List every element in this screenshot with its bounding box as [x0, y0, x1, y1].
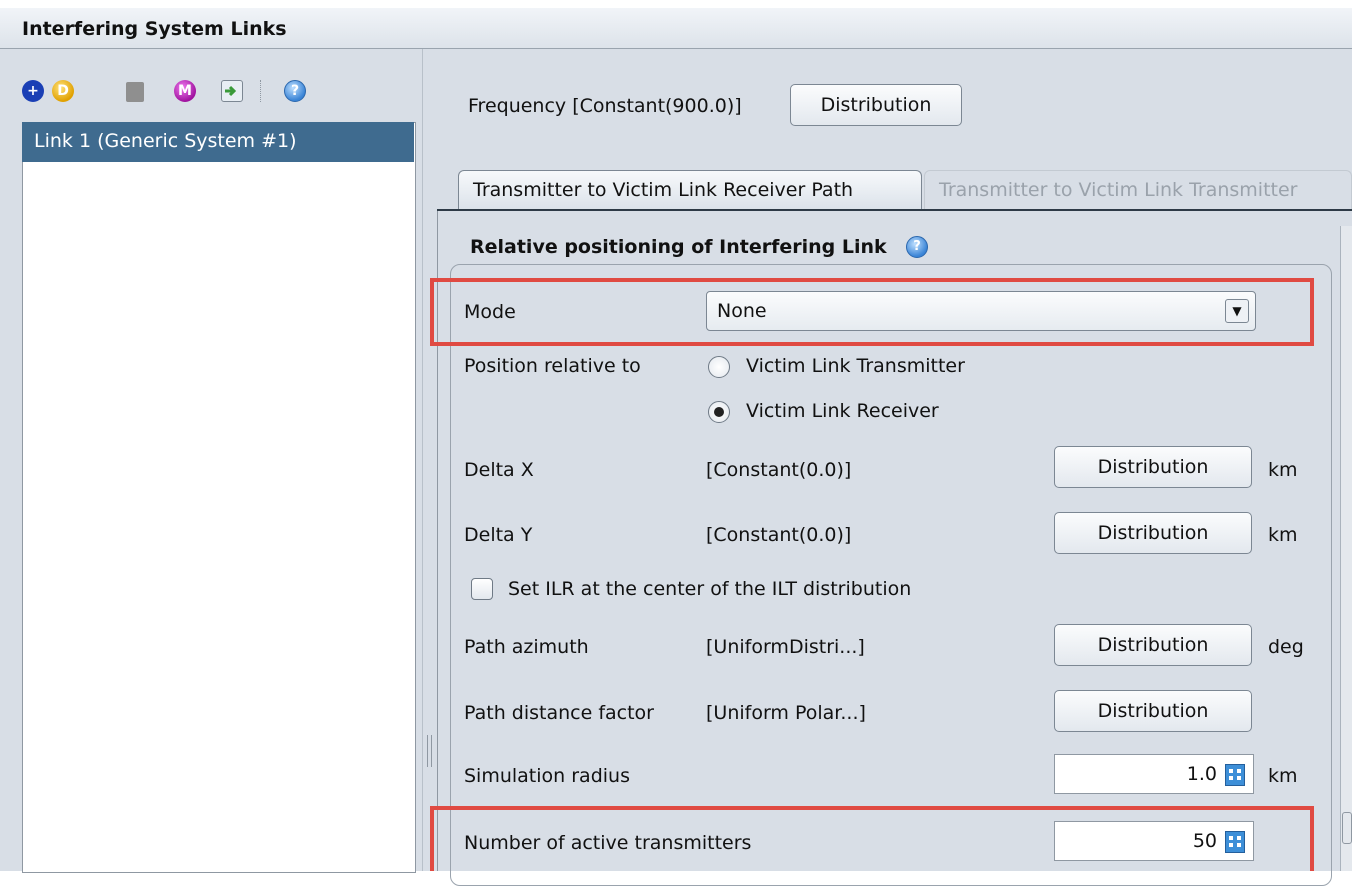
ilr-center-checkbox[interactable] [471, 578, 493, 600]
list-item[interactable]: Link 1 (Generic System #1) [22, 122, 414, 162]
path-azimuth-distribution-button[interactable]: Distribution [1054, 624, 1252, 666]
frequency-label: Frequency [Constant(900.0)] [468, 95, 742, 117]
window-title: Interfering System Links [22, 18, 287, 40]
help-icon[interactable]: ? [284, 80, 306, 102]
radio-victim-receiver[interactable] [708, 401, 730, 423]
radio-selected-dot [714, 407, 724, 417]
tab-transmitter-to-victim-receiver[interactable]: Transmitter to Victim Link Receiver Path [458, 170, 922, 210]
calculator-icon[interactable] [1225, 831, 1245, 853]
tab-transmitter-to-victim-transmitter[interactable]: Transmitter to Victim Link Transmitter [924, 170, 1352, 210]
radio-victim-transmitter-label[interactable]: Victim Link Transmitter [746, 355, 965, 377]
path-azimuth-unit: deg [1268, 636, 1304, 658]
add-icon[interactable]: + [22, 80, 44, 102]
radio-victim-receiver-label[interactable]: Victim Link Receiver [746, 400, 939, 422]
links-list[interactable] [22, 122, 416, 873]
scrollbar-thumb[interactable] [1342, 812, 1352, 844]
mode-select-value: None [717, 300, 767, 322]
simulation-radius-label: Simulation radius [464, 765, 630, 787]
import-icon[interactable] [221, 80, 243, 102]
calculator-icon[interactable] [1225, 764, 1245, 786]
path-distance-label: Path distance factor [464, 702, 654, 724]
toolbar-separator [260, 80, 262, 102]
active-transmitters-value: 50 [1192, 830, 1217, 852]
delta-y-distribution-button[interactable]: Distribution [1054, 512, 1252, 554]
delta-x-unit: km [1268, 459, 1298, 481]
delta-x-label: Delta X [464, 459, 534, 481]
delete-icon[interactable] [126, 82, 144, 102]
path-azimuth-label: Path azimuth [464, 636, 589, 658]
mode-label: Mode [464, 301, 516, 323]
section-title: Relative positioning of Interfering Link [470, 236, 887, 258]
section-help-icon[interactable]: ? [906, 236, 928, 258]
simulation-radius-unit: km [1268, 765, 1298, 787]
delta-x-distribution-button[interactable]: Distribution [1054, 446, 1252, 488]
delta-y-value: [Constant(0.0)] [706, 524, 852, 546]
path-azimuth-value: [UniformDistri...] [706, 636, 865, 658]
path-distance-value: [Uniform Polar...] [706, 702, 866, 724]
window-title-bar: Interfering System Links [0, 8, 1352, 49]
vertical-scrollbar[interactable] [1340, 226, 1352, 871]
delta-y-label: Delta Y [464, 524, 533, 546]
delta-x-value: [Constant(0.0)] [706, 459, 852, 481]
simulation-radius-value: 1.0 [1186, 763, 1217, 785]
frequency-distribution-button[interactable]: Distribution [790, 84, 962, 126]
path-distance-distribution-button[interactable]: Distribution [1054, 690, 1252, 732]
duplicate-icon[interactable]: D [52, 80, 74, 102]
chevron-down-icon[interactable]: ▼ [1225, 299, 1249, 323]
active-transmitters-label: Number of active transmitters [464, 832, 752, 854]
radio-victim-transmitter[interactable] [708, 356, 730, 378]
list-item-label: Link 1 (Generic System #1) [34, 130, 297, 152]
delta-y-unit: km [1268, 524, 1298, 546]
position-relative-label: Position relative to [464, 355, 641, 377]
manage-icon[interactable]: M [174, 80, 196, 102]
splitter-grip[interactable] [427, 735, 432, 767]
mode-select[interactable]: None ▼ [706, 291, 1256, 331]
ilr-center-label[interactable]: Set ILR at the center of the ILT distrib… [508, 578, 911, 600]
simulation-radius-input[interactable]: 1.0 [1054, 754, 1254, 794]
active-transmitters-input[interactable]: 50 [1054, 821, 1254, 861]
